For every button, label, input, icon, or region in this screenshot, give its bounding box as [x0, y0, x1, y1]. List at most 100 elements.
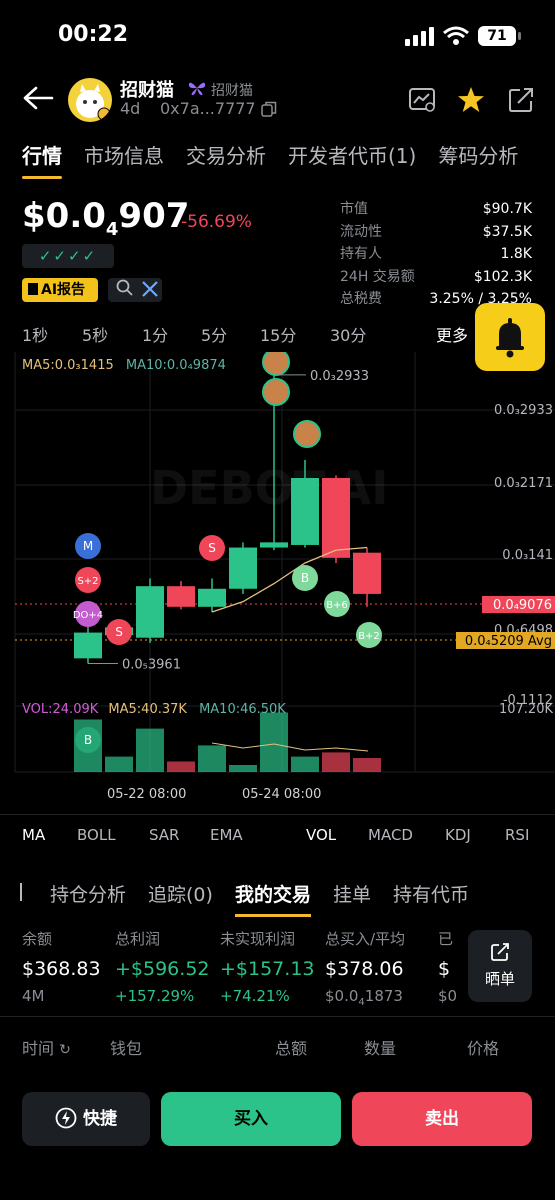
volume-bar [291, 756, 319, 772]
safety-checks[interactable]: ✓✓✓✓ [22, 244, 114, 268]
tab-market-info[interactable]: 市场信息 [84, 140, 164, 169]
trade-marker-label: B+6 [326, 600, 348, 611]
tab-chips-analysis[interactable]: 筹码分析 [438, 140, 518, 169]
candle-body [74, 632, 102, 659]
trader-avatar-marker [262, 378, 290, 406]
ma5-value: MA5:0.0₃1415 [22, 358, 114, 373]
share-icon[interactable] [508, 87, 534, 113]
star-favorite-icon[interactable] [457, 86, 485, 113]
ind-macd[interactable]: MACD [368, 826, 445, 844]
token-address[interactable]: 0x7a...7777 [160, 99, 256, 118]
tab-trade-analysis[interactable]: 交易分析 [186, 140, 266, 169]
tf-5s[interactable]: 5秒 [82, 322, 142, 346]
price-change: -56.69% [181, 212, 252, 232]
unrealized-value: +$157.13 [220, 958, 315, 980]
volume-bar [322, 752, 350, 772]
tf-15m[interactable]: 15分 [260, 322, 330, 346]
tab-holdings[interactable]: 持有代币 [393, 880, 469, 907]
battery-indicator: 71 [478, 26, 521, 46]
volume-bar [260, 712, 288, 772]
date-label: 05-22 08:00 [107, 787, 187, 802]
quick-label: 快捷 [83, 1109, 117, 1129]
tab-market[interactable]: 行情 [22, 140, 62, 179]
ind-kdj[interactable]: KDJ [445, 826, 505, 844]
ma-legend: MA5:0.0₃1415 MA10:0.0₄9874 [22, 358, 226, 373]
ai-report-label: AI报告 [41, 282, 86, 298]
total-buy-value: $378.06 [325, 958, 404, 980]
trader-avatar-marker [262, 352, 290, 376]
tab-limit-orders[interactable]: 挂单 [333, 880, 371, 907]
timeframe-selector: 1秒 5秒 1分 5分 15分 30分 [22, 322, 390, 346]
trade-marker-label: S+2 [77, 576, 98, 587]
unrealized-pct: +74.21% [220, 987, 290, 1005]
stat-label: 持有人 [340, 246, 382, 262]
unrealized-label: 未实现利润 [220, 930, 296, 948]
trade-marker-label: S [115, 625, 123, 639]
tf-30m[interactable]: 30分 [330, 322, 390, 346]
vol-value: VOL:24.09K [22, 702, 99, 717]
tf-5m[interactable]: 5分 [201, 322, 260, 346]
price-chart[interactable]: DEBOT.AI M S+2 DO+4 S S B B+6 B+2 B 0.0₃2933 0.0₅… [0, 352, 555, 807]
copy-icon[interactable] [261, 101, 277, 117]
price-axis-label: 0.0₃2933 [494, 403, 553, 418]
volume-bar [229, 765, 257, 772]
stat-label: 流动性 [340, 223, 382, 240]
stat-row: 流动性 $37.5K [340, 221, 532, 244]
ind-ema[interactable]: EMA [210, 826, 306, 844]
back-arrow-icon[interactable] [22, 86, 54, 110]
share-trade-button[interactable]: 晒单 [468, 930, 532, 1002]
trade-tabs: 持仓分析 追踪(0) 我的交易 挂单 持有代币 [50, 880, 469, 917]
profit-pct: +157.29% [115, 987, 195, 1005]
trade-marker-label: DO+4 [73, 610, 103, 621]
vol-ma5: MA5:40.37K [108, 702, 187, 717]
buy-button[interactable]: 买入 [161, 1092, 341, 1146]
volume-legend: VOL:24.09K MA5:40.37K MA10:46.50K [22, 702, 286, 717]
share-label: 晒单 [484, 970, 515, 988]
ind-vol[interactable]: VOL [306, 826, 368, 844]
cellular-signal-icon [405, 27, 434, 46]
price-axis-label: 0.0₃141 [502, 548, 553, 563]
price-main: $0.0 [22, 196, 106, 236]
main-tabs: 行情 市场信息 交易分析 开发者代币(1) 筹码分析 [22, 140, 518, 179]
volume-bar [353, 758, 381, 772]
total-buy-label: 总买入/平均 [325, 930, 406, 948]
status-time: 00:22 [58, 22, 129, 47]
cut-value: $ [438, 958, 451, 980]
stat-label: 24H 交易额 [340, 268, 415, 285]
ind-rsi[interactable]: RSI [505, 826, 529, 844]
x-twitter-icon[interactable] [142, 281, 159, 297]
col-wallet: 钱包 [110, 1039, 143, 1058]
ind-boll[interactable]: BOLL [77, 826, 149, 844]
token-avatar [68, 78, 112, 122]
quick-trade-button[interactable]: 快捷 [22, 1092, 150, 1146]
ai-report-button[interactable]: AI报告 [22, 278, 98, 302]
ind-sar[interactable]: SAR [149, 826, 210, 844]
date-label: 05-24 08:00 [242, 787, 322, 802]
col-time[interactable]: 时间 ↻ [22, 1035, 71, 1059]
wifi-icon [443, 26, 469, 45]
tab-tracking[interactable]: 追踪(0) [148, 880, 213, 907]
trader-avatar-marker [293, 420, 321, 448]
avg-price-tag: 0.0₄5209 Avg [465, 634, 552, 649]
tab-my-trades[interactable]: 我的交易 [234, 880, 311, 917]
stat-row: 24H 交易额 $102.3K [340, 266, 532, 289]
search-icon[interactable] [116, 279, 134, 297]
sell-button[interactable]: 卖出 [352, 1092, 532, 1146]
vol-ma10: MA10:46.50K [199, 702, 286, 717]
profit-label: 总利润 [115, 930, 161, 948]
tab-position-analysis[interactable]: 持仓分析 [50, 880, 126, 907]
price-axis: 0.0₃2933 0.0₅3961 0.0₃2933 0.0₃2171 0.0₃141 0… [88, 369, 555, 717]
volume-bar [136, 728, 164, 772]
watch-chart-icon[interactable] [408, 87, 436, 113]
tf-1m[interactable]: 1分 [142, 322, 201, 346]
tf-1s[interactable]: 1秒 [22, 322, 82, 346]
more-timeframes[interactable]: 更多 [436, 322, 468, 346]
cut-sub: $0 [438, 987, 458, 1005]
ma10-value: MA10:0.0₄9874 [125, 358, 226, 373]
refresh-icon[interactable]: ↻ [59, 1042, 71, 1058]
tab-dev-tokens[interactable]: 开发者代币(1) [288, 140, 416, 169]
candle-body [229, 547, 257, 589]
candle-body [198, 588, 226, 607]
balance-sub: 4M [22, 987, 45, 1005]
ind-ma[interactable]: MA [22, 826, 77, 844]
